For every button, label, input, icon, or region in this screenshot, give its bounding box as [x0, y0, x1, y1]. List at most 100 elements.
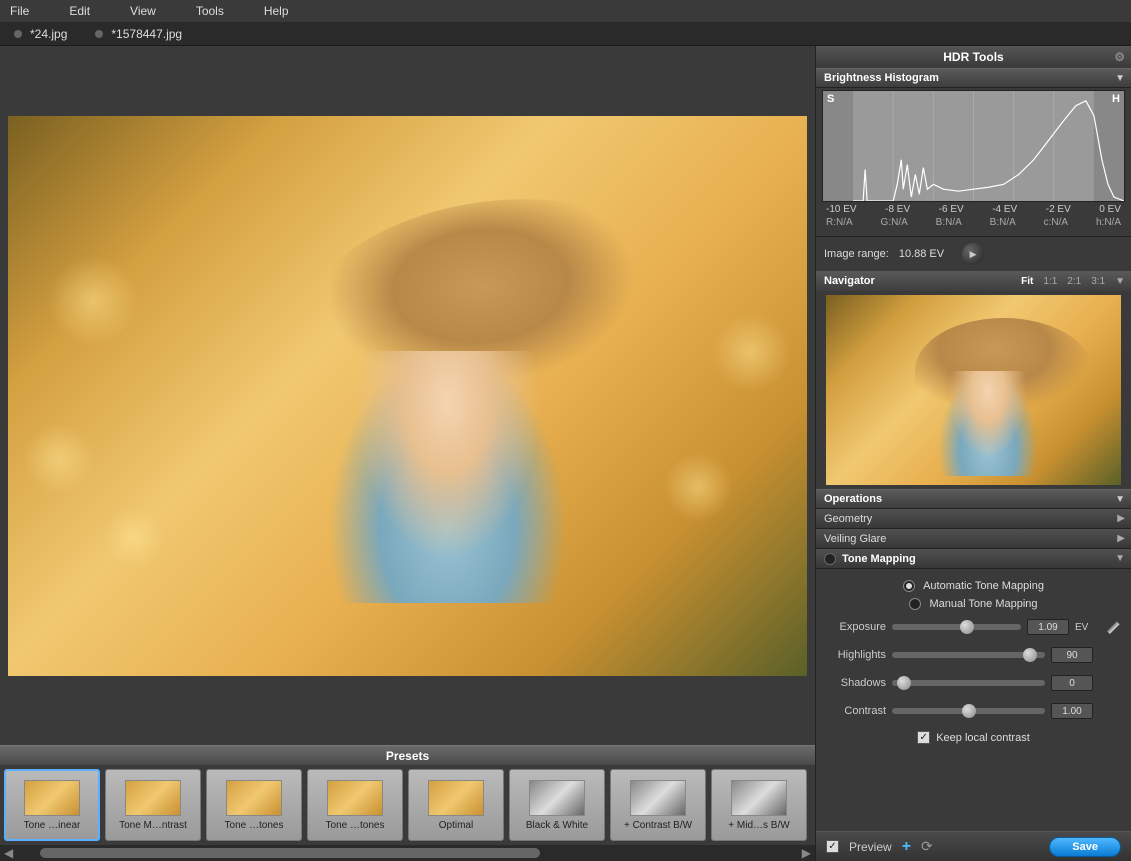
- tab-close-icon[interactable]: [14, 30, 22, 38]
- preset-thumb: [428, 780, 484, 816]
- menu-tools[interactable]: Tools: [196, 4, 224, 18]
- right-footer: ✓ Preview + ⟳ Save: [816, 831, 1131, 861]
- scroll-thumb[interactable]: [40, 848, 540, 858]
- tone-mapping-toggle[interactable]: [824, 553, 836, 565]
- preset-thumb: [529, 780, 585, 816]
- preset-label: + Mid…s B/W: [728, 820, 789, 831]
- exposure-slider[interactable]: [892, 624, 1021, 630]
- histogram-readout: R:N/AG:N/A B:N/AB:N/A c:N/Ah:N/A: [822, 215, 1125, 232]
- hdr-tools-title: HDR Tools ⚙: [816, 46, 1131, 68]
- preset-thumb: [630, 780, 686, 816]
- preset-item[interactable]: Tone M…ntrast: [105, 769, 201, 841]
- refresh-icon[interactable]: ⟳: [921, 838, 933, 855]
- range-label: Image range:: [824, 248, 889, 260]
- veiling-glare-row[interactable]: Veiling Glare ▶: [816, 529, 1131, 549]
- tab-label: *24.jpg: [30, 27, 67, 41]
- menu-view[interactable]: View: [130, 4, 156, 18]
- tone-mapping-row[interactable]: Tone Mapping ▼: [816, 549, 1131, 569]
- preset-thumb: [24, 780, 80, 816]
- menu-bar: File Edit View Tools Help: [0, 0, 1131, 22]
- editor-canvas[interactable]: [0, 46, 815, 745]
- tone-mapping-label: Tone Mapping: [842, 553, 916, 565]
- shadows-slider[interactable]: [892, 680, 1045, 686]
- eyedropper-icon[interactable]: [1107, 620, 1121, 634]
- preview-label: Preview: [849, 840, 892, 854]
- image-range-row: Image range: 10.88 EV ▶: [816, 236, 1131, 271]
- chevron-down-icon: ▼: [1115, 73, 1125, 84]
- preset-label: + Contrast B/W: [624, 820, 692, 831]
- manual-tone-mapping-row[interactable]: Manual Tone Mapping: [826, 595, 1121, 613]
- operations-title: Operations: [824, 493, 882, 505]
- auto-tone-mapping-row[interactable]: Automatic Tone Mapping: [826, 577, 1121, 595]
- chevron-right-icon: ▶: [1117, 533, 1125, 544]
- presets-panel: Presets Tone …inearTone M…ntrastTone …to…: [0, 745, 815, 861]
- radio-auto[interactable]: [903, 580, 915, 592]
- preset-item[interactable]: Tone …tones: [206, 769, 302, 841]
- histogram-header[interactable]: Brightness Histogram ▼: [816, 68, 1131, 88]
- exposure-value[interactable]: 1.09: [1027, 619, 1069, 635]
- scroll-left-icon[interactable]: ◀: [4, 846, 13, 860]
- preset-label: Optimal: [439, 820, 473, 831]
- tab-close-icon[interactable]: [95, 30, 103, 38]
- preview-checkbox[interactable]: ✓: [826, 840, 839, 853]
- preset-label: Tone M…ntrast: [119, 820, 187, 831]
- preset-item[interactable]: Black & White: [509, 769, 605, 841]
- histogram-canvas[interactable]: S H ◁ ▷: [822, 90, 1125, 202]
- preset-thumb: [327, 780, 383, 816]
- preset-item[interactable]: + Contrast B/W: [610, 769, 706, 841]
- histogram-title: Brightness Histogram: [824, 72, 939, 84]
- preset-label: Tone …tones: [326, 820, 385, 831]
- checkbox-keep-local[interactable]: ✓: [917, 731, 930, 744]
- preset-item[interactable]: Tone …tones: [307, 769, 403, 841]
- menu-edit[interactable]: Edit: [69, 4, 90, 18]
- presets-scrollbar[interactable]: ◀ ▶: [0, 845, 815, 861]
- zoom-3-1[interactable]: 3:1: [1091, 276, 1105, 287]
- radio-manual[interactable]: [909, 598, 921, 610]
- highlights-slider[interactable]: [892, 652, 1045, 658]
- zoom-fit[interactable]: Fit: [1021, 276, 1033, 287]
- scroll-right-icon[interactable]: ▶: [802, 846, 811, 860]
- contrast-value[interactable]: 1.00: [1051, 703, 1093, 719]
- panel-title-label: HDR Tools: [943, 50, 1003, 64]
- highlights-label: Highlights: [826, 649, 886, 661]
- shadows-slider-row: Shadows 0: [826, 669, 1121, 697]
- preset-item[interactable]: Optimal: [408, 769, 504, 841]
- shadows-value[interactable]: 0: [1051, 675, 1093, 691]
- tab-label: *1578447.jpg: [111, 27, 182, 41]
- photo-preview: [8, 116, 807, 676]
- operations-header[interactable]: Operations ▼: [816, 489, 1131, 509]
- play-icon[interactable]: ▶: [962, 243, 984, 265]
- range-value: 10.88 EV: [899, 248, 944, 260]
- keep-local-contrast-row[interactable]: ✓ Keep local contrast: [826, 725, 1121, 750]
- navigator-thumbnail[interactable]: [826, 295, 1121, 485]
- navigator-title: Navigator: [824, 275, 875, 287]
- tab-0[interactable]: *24.jpg: [0, 22, 81, 45]
- menu-help[interactable]: Help: [264, 4, 289, 18]
- preset-label: Tone …inear: [24, 820, 81, 831]
- highlights-value[interactable]: 90: [1051, 647, 1093, 663]
- preset-label: Black & White: [526, 820, 588, 831]
- keep-local-label: Keep local contrast: [936, 732, 1030, 744]
- chevron-down-icon: ▼: [1115, 494, 1125, 505]
- menu-file[interactable]: File: [10, 4, 29, 18]
- zoom-1-1[interactable]: 1:1: [1043, 276, 1057, 287]
- veiling-label: Veiling Glare: [824, 533, 886, 545]
- preset-item[interactable]: + Mid…s B/W: [711, 769, 807, 841]
- chevron-down-icon[interactable]: ▼: [1115, 276, 1125, 287]
- shadows-label: Shadows: [826, 677, 886, 689]
- chevron-down-icon: ▼: [1115, 553, 1125, 564]
- zoom-2-1[interactable]: 2:1: [1067, 276, 1081, 287]
- gear-icon[interactable]: ⚙: [1114, 50, 1125, 64]
- preset-item[interactable]: Tone …inear: [4, 769, 100, 841]
- preset-thumb: [731, 780, 787, 816]
- preset-thumb: [125, 780, 181, 816]
- preset-thumb: [226, 780, 282, 816]
- plus-icon[interactable]: +: [902, 838, 911, 856]
- save-button[interactable]: Save: [1049, 837, 1121, 857]
- tab-1[interactable]: *1578447.jpg: [81, 22, 196, 45]
- geometry-row[interactable]: Geometry ▶: [816, 509, 1131, 529]
- exposure-label: Exposure: [826, 621, 886, 633]
- contrast-slider[interactable]: [892, 708, 1045, 714]
- document-tabs: *24.jpg *1578447.jpg: [0, 22, 1131, 46]
- navigator-header[interactable]: Navigator Fit 1:1 2:1 3:1 ▼: [816, 271, 1131, 291]
